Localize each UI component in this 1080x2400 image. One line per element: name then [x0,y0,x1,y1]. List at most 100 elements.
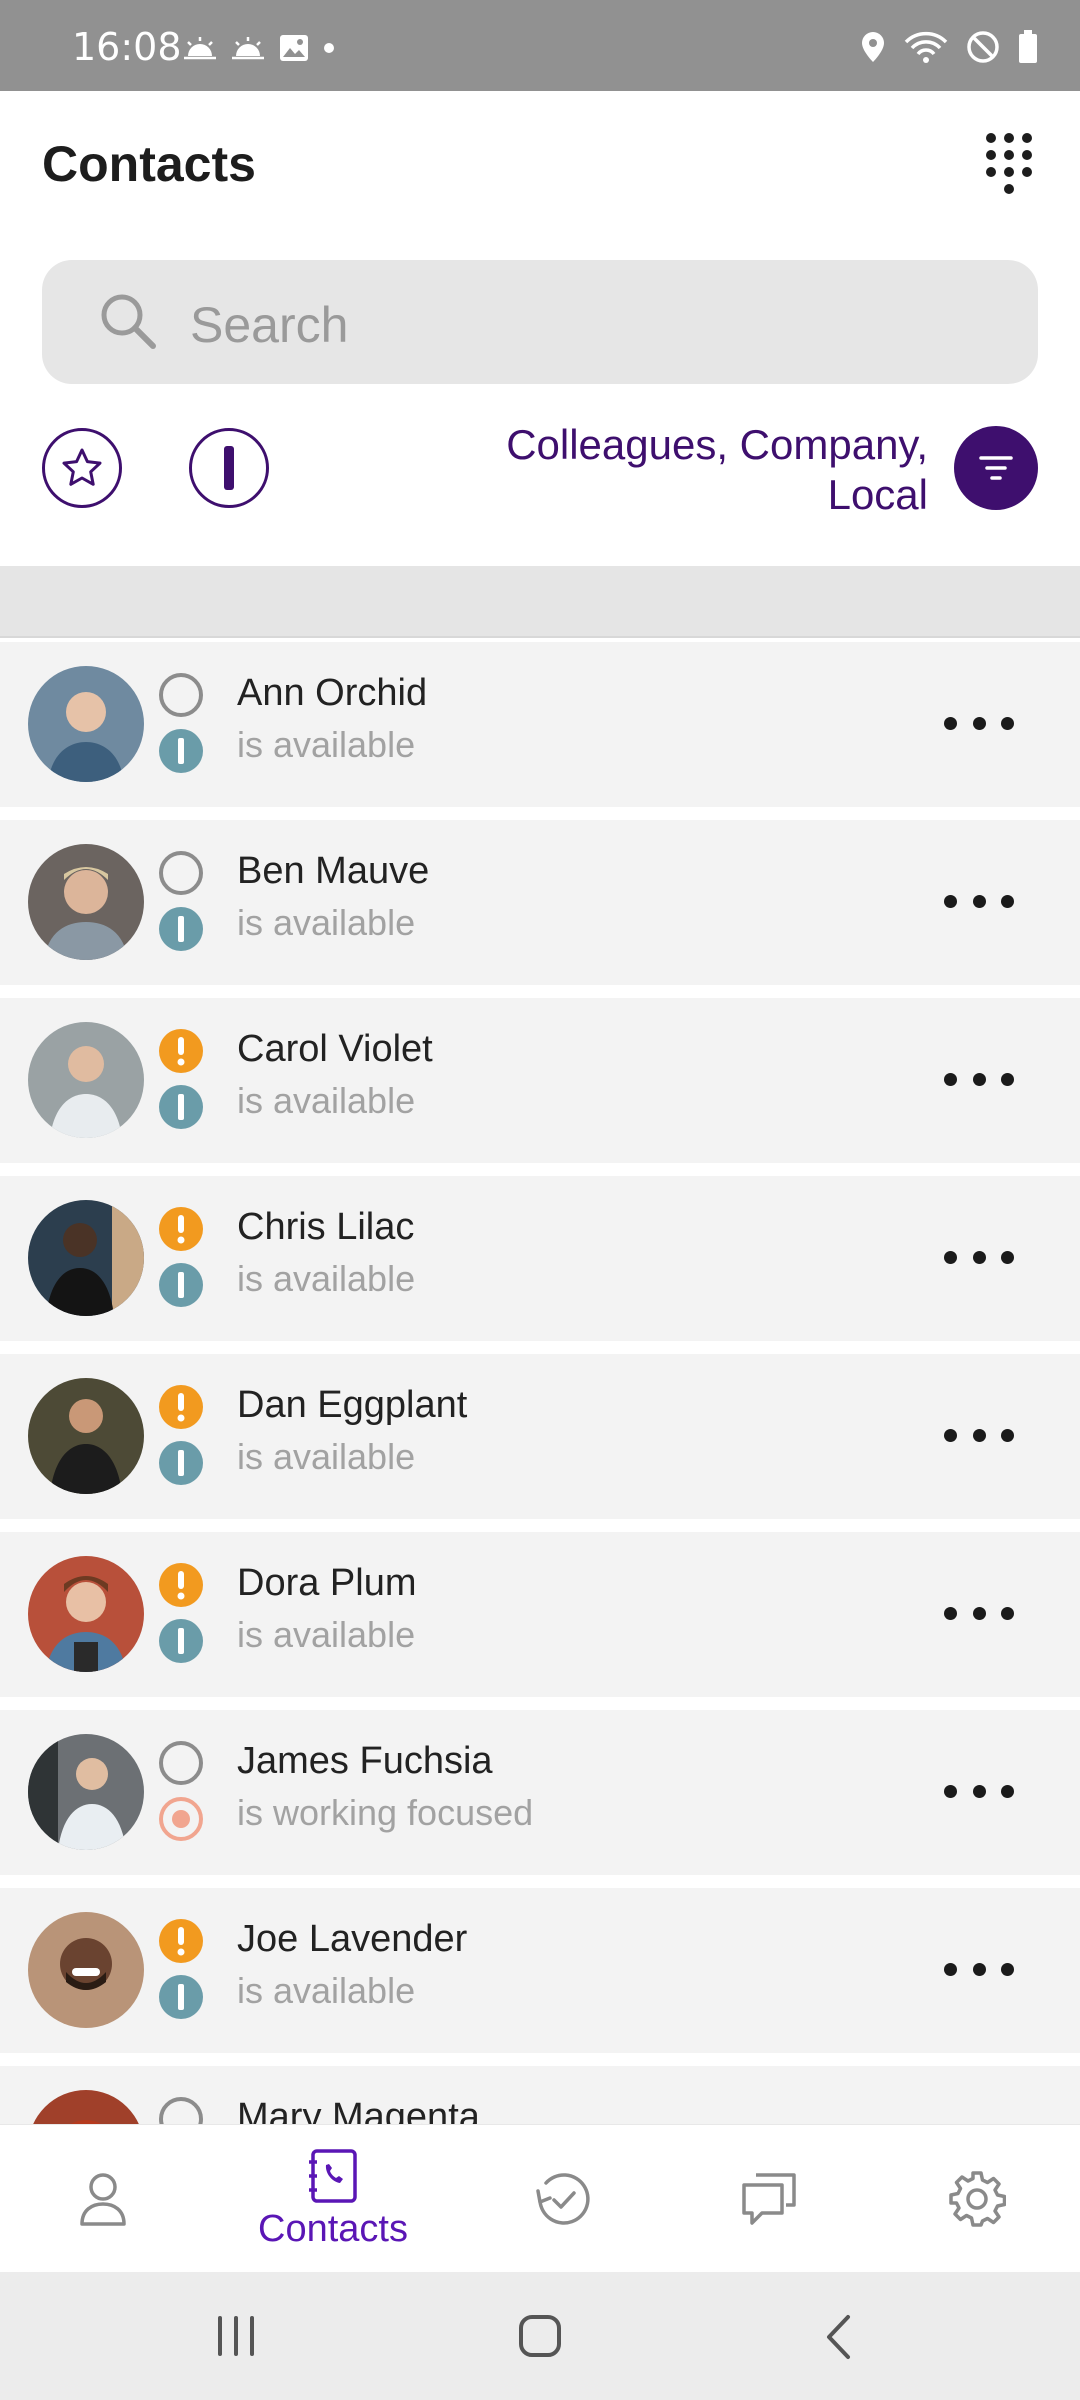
dialpad-button[interactable] [984,131,1034,201]
presence-icon [159,1563,203,1607]
contact-status: is available [237,1970,416,2011]
contact-status: is available [237,902,416,943]
contact-name: Ann Orchid [237,672,428,714]
dialpad-icon [986,133,1032,194]
contact-row[interactable]: Carol Violet is available [0,998,1080,1163]
presence-icon [159,851,203,895]
nav-history[interactable] [520,2125,606,2273]
more-options-button[interactable] [944,708,1014,738]
nav-settings[interactable] [934,2125,1020,2273]
presence-icon [159,673,203,717]
person-icon [80,2173,126,2226]
battery-icon [1019,30,1037,63]
contact-row[interactable]: Joe Lavender is available [0,1888,1080,2053]
contact-name: Mary Magenta [237,2096,480,2124]
contact-row[interactable]: Chris Lilac is available [0,1176,1080,1341]
contact-name: James Fuchsia [237,1740,493,1782]
search-input[interactable]: Search [42,260,1038,384]
avatar [28,1378,144,1494]
nav-profile[interactable] [60,2125,146,2273]
gear-icon [949,2171,1006,2227]
state-icon [159,729,203,773]
contact-row[interactable]: Ben Mauve is available [0,820,1080,985]
contact-list[interactable]: Ann Orchid is available Ben Mauve is ava… [0,642,1080,2124]
contact-name: Joe Lavender [237,1918,468,1960]
presence-icon [159,1029,203,1073]
avatar [28,1734,144,1850]
contact-status: is available [237,1258,416,1299]
avatar [28,1022,144,1138]
presence-icon [159,1385,203,1429]
section-divider [0,566,1080,638]
nav-contacts[interactable]: Contacts [226,2125,440,2273]
active-filter-line-2: Local [827,471,928,518]
contact-row[interactable]: Ann Orchid is available [0,642,1080,807]
state-icon [159,1263,203,1307]
contact-status: is available [237,1080,416,1121]
more-options-button[interactable] [944,1776,1014,1806]
contacts-book-icon [309,2148,357,2203]
contact-status: is available [237,1436,416,1477]
filter-button[interactable] [954,426,1038,510]
state-icon [159,1441,203,1485]
state-icon [159,1975,203,2019]
state-icon [159,1797,203,1841]
avatar [28,2090,144,2124]
more-options-button[interactable] [944,886,1014,916]
back-icon[interactable] [824,2314,854,2360]
do-not-disturb-icon [967,31,999,63]
avatar [28,844,144,960]
active-filter-label[interactable]: Colleagues, Company, Local [506,420,928,520]
contact-name: Ben Mauve [237,850,430,892]
active-filter-line-1: Colleagues, Company, [506,421,928,468]
contact-status: is available [237,724,416,765]
filter-icon [979,456,1013,480]
contact-row[interactable]: Dan Eggplant is available [0,1354,1080,1519]
recent-apps-icon[interactable] [214,2316,258,2356]
more-options-button[interactable] [944,1064,1014,1094]
contact-row[interactable]: Mary Magenta [0,2066,1080,2124]
dot-icon [324,43,334,53]
state-icon [159,1619,203,1663]
avatar [28,1556,144,1672]
state-icon [159,907,203,951]
more-options-button[interactable] [944,1598,1014,1628]
contact-name: Carol Violet [237,1028,433,1070]
presence-icon [159,1919,203,1963]
contact-row[interactable]: James Fuchsia is working focused [0,1710,1080,1875]
contact-name: Chris Lilac [237,1206,415,1248]
more-options-button[interactable] [944,1242,1014,1272]
contact-status: is working focused [237,1792,534,1833]
more-options-button[interactable] [944,1954,1014,1984]
home-icon[interactable] [518,2314,562,2358]
avatar [28,1912,144,2028]
app-header: Contacts [0,91,1080,251]
chat-icon [742,2173,796,2225]
contact-name: Dan Eggplant [237,1384,468,1426]
weather-icon [184,37,216,60]
image-icon [280,35,308,61]
presence-icon [159,2097,203,2124]
search-icon [101,294,156,349]
status-time: 16:08 [72,25,182,69]
contact-status: is available [237,1614,416,1655]
star-icon [62,448,102,486]
more-options-button[interactable] [944,1420,1014,1450]
favorites-filter-button[interactable] [42,428,122,508]
nav-chat[interactable] [726,2125,812,2273]
nav-contacts-label: Contacts [258,2207,408,2250]
history-icon [536,2173,590,2225]
contact-name: Dora Plum [237,1562,417,1604]
avatar [28,1200,144,1316]
system-navigation-bar [0,2272,1080,2400]
page-title: Contacts [42,136,256,192]
presence-filter-button[interactable] [189,428,269,508]
bottom-nav: Contacts [0,2124,1080,2273]
status-bar: 16:08 [0,0,1080,91]
location-icon [862,32,884,62]
presence-icon [159,1741,203,1785]
contact-row[interactable]: Dora Plum is available [0,1532,1080,1697]
wifi-icon [904,31,948,63]
presence-icon [159,1207,203,1251]
avatar [28,666,144,782]
